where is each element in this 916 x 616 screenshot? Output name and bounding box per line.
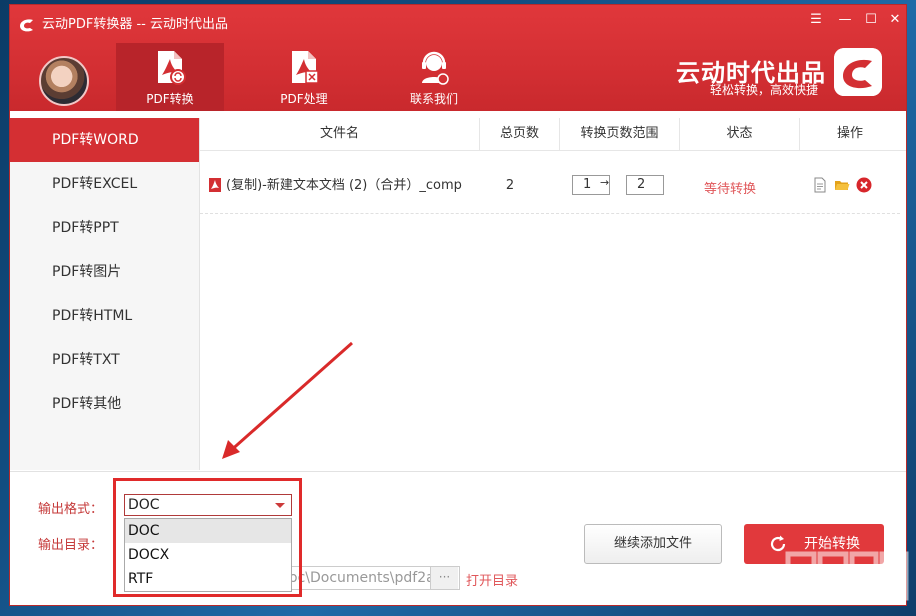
tab-pdf-convert-label: PDF转换: [146, 92, 194, 106]
app-window: 云动PDF转换器 -- 云动时代出品 ☰ — ☐ ✕ PDF转换 PDF处理 联…: [9, 4, 907, 606]
watermark-logo-icon: [785, 551, 909, 601]
sidebar-item-pdf-other[interactable]: PDF转其他: [10, 382, 199, 426]
annotation-arrow: [222, 341, 353, 459]
annotation-highlight-box: [113, 478, 302, 597]
window-title: 云动PDF转换器 -- 云动时代出品: [42, 17, 228, 32]
tab-pdf-process-label: PDF处理: [280, 92, 328, 106]
tab-contact[interactable]: 联系我们: [380, 43, 488, 111]
header-bar: 云动PDF转换器 -- 云动时代出品 ☰ — ☐ ✕ PDF转换 PDF处理 联…: [10, 5, 906, 111]
sidebar-item-pdf-excel[interactable]: PDF转EXCEL: [10, 162, 199, 206]
support-agent-icon: [422, 51, 449, 85]
output-dir-label: 输出目录：: [38, 538, 104, 553]
maximize-icon[interactable]: ☐: [860, 11, 882, 29]
pdf-process-icon: [292, 51, 319, 84]
menu-icon[interactable]: ☰: [805, 11, 827, 29]
sidebar-item-pdf-word[interactable]: PDF转WORD: [10, 118, 199, 162]
browse-dir-button[interactable]: ···: [430, 567, 458, 589]
avatar[interactable]: [39, 56, 89, 106]
sidebar-item-pdf-ppt[interactable]: PDF转PPT: [10, 206, 199, 250]
output-format-label: 输出格式：: [38, 502, 104, 517]
tab-contact-label: 联系我们: [409, 92, 458, 106]
sidebar: PDF转WORD PDF转EXCEL PDF转PPT PDF转图片 PDF转HT…: [10, 118, 200, 470]
sidebar-item-pdf-image[interactable]: PDF转图片: [10, 250, 199, 294]
file-table: 文件名 总页数 转换页数范围 状态 操作 (复制)-新建文本文档 (2)（合并）…: [200, 118, 906, 470]
minimize-icon[interactable]: —: [834, 11, 856, 29]
tab-pdf-process[interactable]: PDF处理: [250, 43, 358, 111]
tab-pdf-convert[interactable]: PDF转换: [116, 43, 224, 111]
brand-logo-icon: [834, 48, 882, 96]
sidebar-item-pdf-html[interactable]: PDF转HTML: [10, 294, 199, 338]
open-dir-link[interactable]: 打开目录: [466, 570, 518, 589]
add-files-button[interactable]: 继续添加文件: [584, 524, 722, 564]
output-panel: 输出格式： 输出目录： oc\Documents\pdf2a ··· 打开目录 …: [10, 471, 906, 605]
pdf-convert-icon: [158, 51, 186, 85]
app-logo-icon: [20, 19, 33, 32]
brand-slogan: 轻松转换，高效快捷: [710, 83, 819, 97]
close-icon[interactable]: ✕: [884, 11, 906, 29]
sidebar-item-pdf-txt[interactable]: PDF转TXT: [10, 338, 199, 382]
